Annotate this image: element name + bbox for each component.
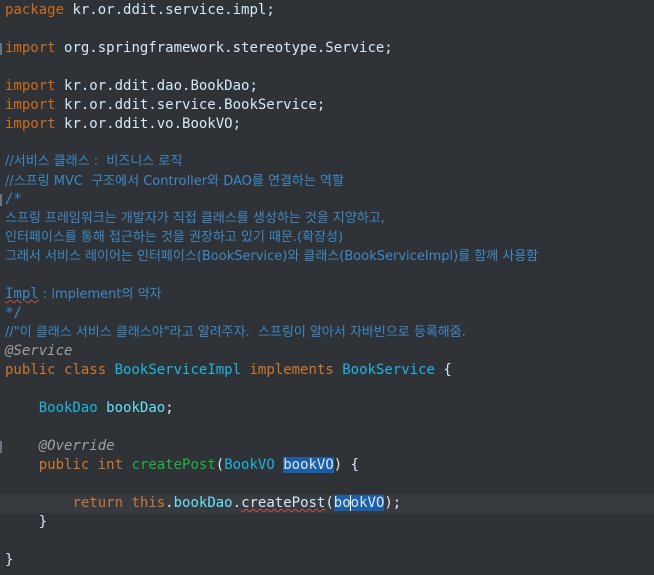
comment: 그래서 서비스 레이어는 인터페이스(BookService)와 클래스(Boo…	[5, 249, 539, 264]
comment: //서비스 클래스 : 비즈니스 로직	[5, 154, 183, 169]
paren: (	[325, 495, 334, 511]
code-line: //"이 클래스 서비스 클래스야"라고 알려주자. 스프링이 알아서 자바빈으…	[0, 323, 654, 342]
code-line: BookDao bookDao;	[0, 399, 654, 418]
brace: }	[5, 552, 14, 568]
keyword: package	[5, 2, 65, 18]
code-line: 인터페이스를 통해 접근하는 것을 권장하고 있기 때문.(확장성)	[0, 228, 654, 247]
brace: }	[38, 514, 48, 530]
text-caret: okVO	[349, 495, 385, 511]
code-line-current: return this.bookDao.createPost(bookVO);	[0, 494, 654, 513]
keyword: class	[64, 362, 107, 378]
comment: */	[5, 305, 22, 321]
field-name: bookDao	[106, 400, 166, 416]
method-name: createPost	[131, 457, 216, 473]
keyword: implements	[249, 362, 334, 378]
code-line: public class BookServiceImpl implements …	[0, 361, 654, 380]
keyword: return	[72, 495, 124, 511]
fold-marker[interactable]	[0, 194, 2, 206]
import-name: kr.or.ddit.service.BookService;	[64, 97, 326, 113]
keyword: import	[5, 78, 56, 94]
import-name: kr.or.ddit.dao.BookDao;	[64, 78, 258, 94]
class-name: BookServiceImpl	[114, 362, 242, 378]
code-line: public int createPost(BookVO bookVO) {	[0, 456, 654, 475]
package-name: kr.or.ddit.service.impl;	[72, 2, 275, 18]
code-line: //스프링 MVC 구조에서 Controller와 DAO를 연결하는 역할	[0, 172, 654, 191]
comment: Impl	[5, 286, 39, 302]
paren: );	[384, 495, 402, 511]
interface-name: BookService	[342, 362, 435, 378]
semicolon: ;	[165, 400, 174, 416]
comment: 스프링 프레임워크는 개발자가 직접 클래스를 생성하는 것을 지양하고,	[5, 211, 385, 226]
brace: {	[434, 362, 452, 378]
code-line: import org.springframework.stereotype.Se…	[0, 39, 654, 58]
dot: .	[165, 495, 174, 511]
code-line: @Override	[0, 437, 654, 456]
annotation: @Service	[5, 343, 73, 359]
field-name: bookDao	[173, 495, 233, 511]
keyword: public	[5, 362, 56, 378]
code-line: /*	[0, 190, 654, 209]
import-name: kr.or.ddit.vo.BookVO;	[64, 116, 242, 132]
type-name: BookDao	[38, 400, 98, 416]
code-editor[interactable]: package kr.or.ddit.service.impl; import …	[0, 0, 654, 575]
comment: //스프링 MVC 구조에서 Controller와 DAO를 연결하는 역할	[5, 174, 344, 189]
code-line: import kr.or.ddit.service.BookService;	[0, 96, 654, 115]
keyword: import	[5, 40, 56, 56]
argument-selected: bo	[333, 495, 351, 511]
code-line: 그래서 서비스 레이어는 인터페이스(BookService)와 클래스(Boo…	[0, 247, 654, 266]
code-line: 스프링 프레임워크는 개발자가 직접 클래스를 생성하는 것을 지양하고,	[0, 209, 654, 228]
code-line: }	[0, 513, 654, 532]
keyword: import	[5, 97, 56, 113]
code-line: Impl : implement의 약자	[0, 285, 654, 304]
comment: //"이 클래스 서비스 클래스야"라고 알려주자. 스프링이 알아서 자바빈으…	[5, 325, 466, 340]
fold-marker[interactable]	[0, 441, 2, 453]
import-name: org.springframework.stereotype.Service;	[64, 40, 393, 56]
method-call: createPost	[241, 495, 326, 511]
annotation: @Override	[38, 438, 115, 454]
dot: .	[232, 495, 242, 511]
keyword: this	[131, 495, 166, 511]
keyword: public	[38, 457, 90, 473]
paren: (	[215, 457, 225, 473]
fold-marker[interactable]	[0, 43, 2, 55]
code-line: import kr.or.ddit.dao.BookDao;	[0, 77, 654, 96]
code-line: }	[0, 551, 654, 570]
keyword: import	[5, 116, 56, 132]
code-line: @Service	[0, 342, 654, 361]
comment: 인터페이스를 통해 접근하는 것을 권장하고 있기 때문.(확장성)	[5, 230, 344, 245]
keyword: int	[97, 457, 124, 473]
comment: : implement의 약자	[38, 287, 162, 302]
code-line: //서비스 클래스 : 비즈니스 로직	[0, 152, 654, 171]
paren: ) {	[333, 457, 360, 473]
comment: /*	[5, 191, 22, 207]
code-line: package kr.or.ddit.service.impl;	[0, 1, 654, 20]
code-line: */	[0, 304, 654, 323]
code-line: import kr.or.ddit.vo.BookVO;	[0, 115, 654, 134]
type-name: BookVO	[224, 457, 275, 473]
param-name: bookVO	[283, 457, 334, 473]
